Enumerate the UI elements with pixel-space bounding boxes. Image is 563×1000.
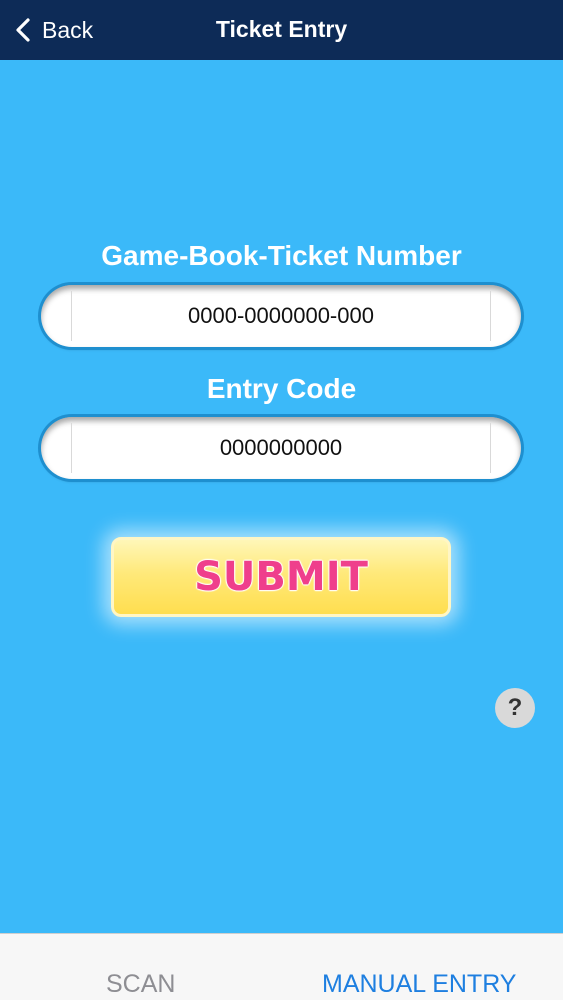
navigation-bar: Back Ticket Entry <box>0 0 563 60</box>
entry-code-input[interactable] <box>41 417 521 479</box>
entry-code-field[interactable] <box>41 417 521 479</box>
page-title: Ticket Entry <box>215 16 348 42</box>
question-mark-icon[interactable]: ? <box>495 688 535 728</box>
tab-manual-entry[interactable]: MANUAL ENTRY <box>322 970 516 999</box>
tab-scan[interactable]: SCAN <box>106 970 175 999</box>
submit-label: SUBMIT <box>194 554 368 600</box>
entry-code-label: Entry Code <box>206 373 357 404</box>
tab-bar: SCAN MANUAL ENTRY <box>0 933 563 1000</box>
ticket-number-input[interactable] <box>41 285 521 347</box>
ticket-entry-form: Game-Book-Ticket Number Entry Code SUBMI… <box>0 60 563 933</box>
submit-button[interactable]: SUBMIT <box>111 537 451 617</box>
ticket-number-label: Game-Book-Ticket Number <box>101 240 462 271</box>
ticket-number-field[interactable] <box>41 285 521 347</box>
